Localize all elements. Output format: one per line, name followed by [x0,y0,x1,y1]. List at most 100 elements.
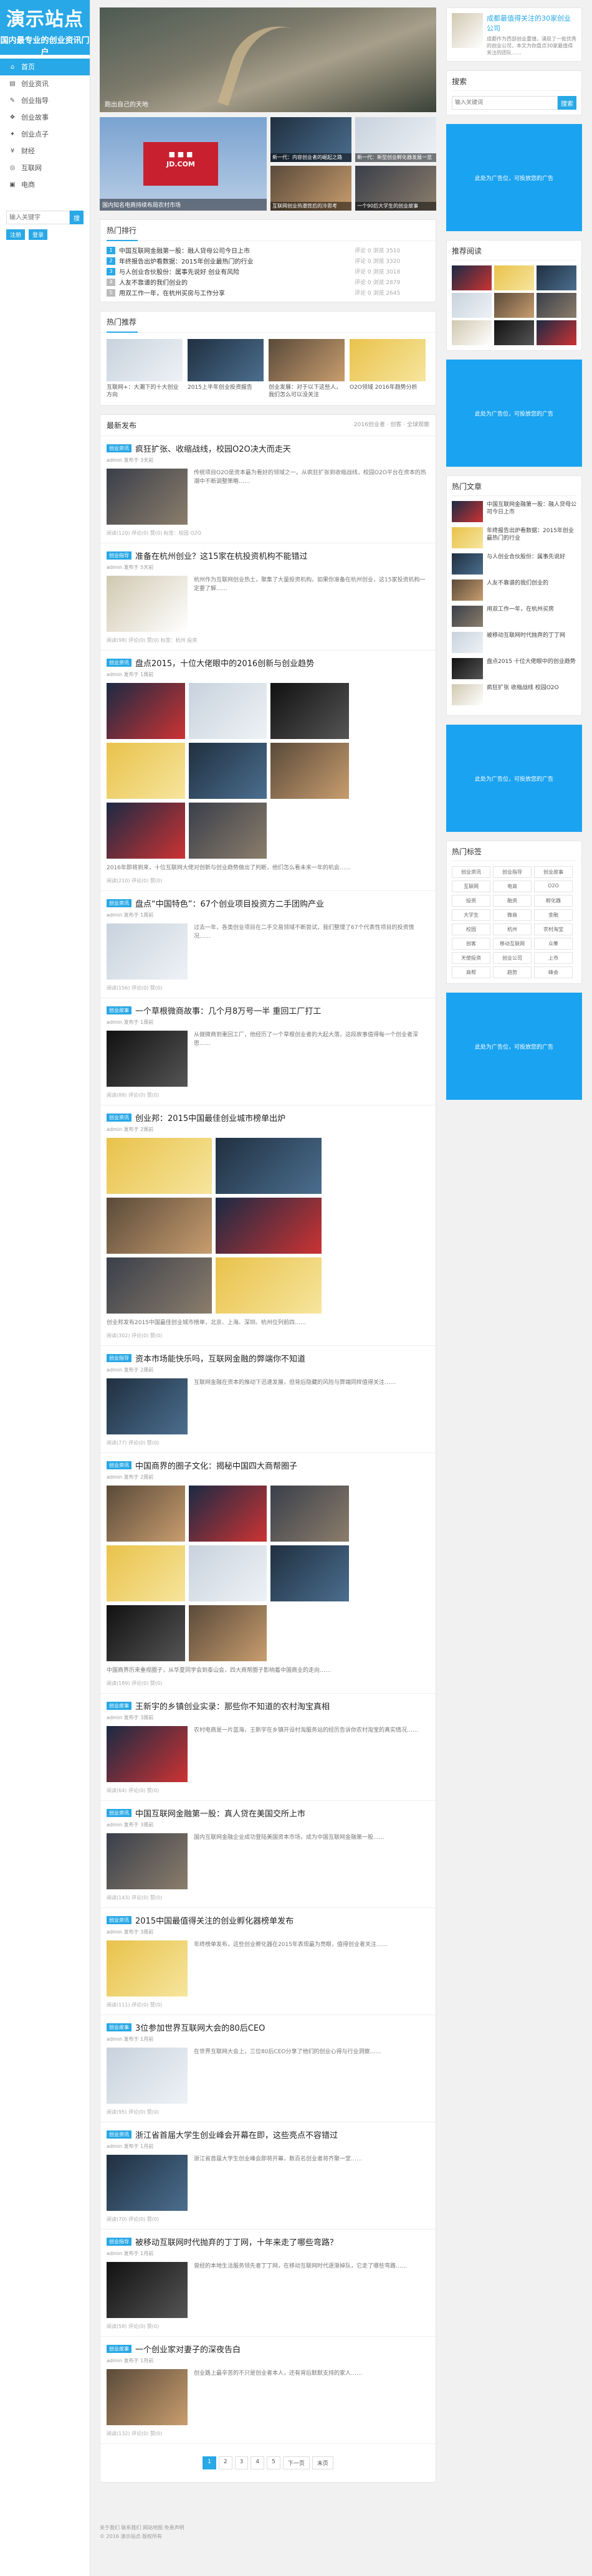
tag-link[interactable]: 天使投资 [452,952,490,964]
post-category-tag[interactable]: 创业故事 [107,2345,131,2353]
nav-item[interactable]: ▣ 电商 [0,176,90,193]
hot-row[interactable]: 3 与人创业合伙股份：属事先说好 创业有风险 评论 0 浏览 3018 [107,266,429,277]
post-image[interactable] [107,1138,212,1194]
photo-item[interactable] [537,293,576,318]
post-thumb[interactable] [107,1940,188,1996]
post-title[interactable]: 一个草根微商故事：几个月8万号一半 重回工厂打工 [135,1004,321,1016]
hot-row[interactable]: 2 年终报告出炉看数据：2015年创业最热门的行业 评论 0 浏览 3320 [107,255,429,266]
post-image[interactable] [107,683,185,739]
post-thumb[interactable] [107,2369,188,2425]
recommend-item[interactable]: 创业发展：对于以下这些人，我们怎么可以没关注 [269,339,345,399]
tag-link[interactable]: 大学生 [452,909,490,921]
hot-article-item[interactable]: 被移动互联网时代抛弃的丁丁网 [452,632,576,653]
post-category-tag[interactable]: 创业指导 [107,1354,131,1362]
featured-title[interactable]: 成都最值得关注的30家创业公司 [487,13,576,33]
site-logo[interactable]: 演示站点 国内最专业的创业资讯门户 [0,0,90,57]
post-thumb[interactable] [107,576,188,632]
post-category-tag[interactable]: 创业故事 [107,2023,131,2031]
tag-link[interactable]: 移动互联网 [493,938,532,950]
tag-link[interactable]: 投资 [452,895,490,907]
login-button[interactable]: 登录 [29,229,48,240]
post-image[interactable] [216,1198,322,1254]
page-link[interactable]: 4 [251,2456,265,2469]
recommend-item[interactable]: O2O领域 2016年趋势分析 [350,339,426,399]
post-title[interactable]: 盘点“中国特色”：67个创业项目投资方二手团购产业 [135,897,324,909]
tag-link[interactable]: 微商 [493,909,532,921]
latest-tabs[interactable]: 2016创业者 · 创客 · 全球观察 [354,420,429,431]
post-image[interactable] [270,683,349,739]
tag-link[interactable]: 众筹 [534,938,573,950]
post-thumb[interactable] [107,1726,188,1782]
post-thumb[interactable] [107,1378,188,1434]
post-thumb[interactable] [107,2262,188,2318]
hot-row[interactable]: 1 中国互联网金融第一股：融人贷母公司今日上市 评论 0 浏览 3510 [107,245,429,255]
ad-banner[interactable]: 此处为广告位，可投放您的广告 [446,725,582,832]
post-image[interactable] [188,1545,267,1601]
post-title[interactable]: 疯狂扩张、收缩战线，校园O2O决大而走天 [135,442,291,454]
hot-row[interactable]: 5 用双工作一年，在杭州买房与工作分享 评论 0 浏览 2645 [107,287,429,298]
post-category-tag[interactable]: 创业故事 [107,1006,131,1014]
hero-grid-item[interactable]: 新一代：内容创业者的崛起之路 [270,117,351,162]
page-link[interactable]: 3 [234,2456,249,2469]
post-category-tag[interactable]: 创业资讯 [107,1916,131,1924]
post-image[interactable] [188,803,267,859]
right-search-input[interactable] [452,96,558,110]
hero-big-thumb[interactable]: ■ ■ ■ JD.COM 国内知名电商持续布局农村市场 [100,117,267,211]
post-image[interactable] [216,1257,322,1314]
hot-article-item[interactable]: 疯狂扩张 收缩战线 校园O2O [452,684,576,705]
post-image[interactable] [270,1545,349,1601]
hot-article-item[interactable]: 中国互联网金融第一股：融人贷母公司今日上市 [452,501,576,522]
post-category-tag[interactable]: 创业资讯 [107,2130,131,2139]
page-link[interactable]: 1 [203,2456,216,2469]
page-link[interactable]: 下一页 [282,2456,310,2469]
post-category-tag[interactable]: 创业资讯 [107,899,131,907]
photo-item[interactable] [537,265,576,290]
nav-item[interactable]: ✦ 创业点子 [0,126,90,143]
post-image[interactable] [188,1605,267,1661]
tag-link[interactable]: 校园 [452,923,490,935]
post-category-tag[interactable]: 创业指导 [107,551,131,560]
post-title[interactable]: 浙江省首届大学生创业峰会开幕在即，这些亮点不容错过 [135,2129,338,2140]
featured-thumb[interactable] [452,13,483,48]
post-thumb[interactable] [107,2048,188,2104]
post-image[interactable] [270,1486,349,1542]
tag-link[interactable]: 创业指导 [493,866,532,878]
photo-item[interactable] [452,293,492,318]
post-image[interactable] [107,1605,185,1661]
ad-banner[interactable]: 此处为广告位，可投放您的广告 [446,124,582,231]
footer-links[interactable]: 关于我们 联系我们 网站地图 免责声明 [100,2524,436,2532]
post-thumb[interactable] [107,1031,188,1087]
post-thumb[interactable] [107,2155,188,2211]
photo-item[interactable] [494,293,534,318]
tag-link[interactable]: 创业公司 [493,952,532,964]
post-thumb[interactable] [107,469,188,525]
post-image[interactable] [188,1486,267,1542]
hot-row[interactable]: 4 人友不靠谱的我们创业的 评论 0 浏览 2879 [107,277,429,287]
register-button[interactable]: 注册 [6,229,26,240]
right-search-button[interactable]: 搜索 [558,96,576,110]
hero-slider[interactable]: 跑出自己的天地 [100,7,436,120]
ad-banner[interactable]: 此处为广告位，可投放您的广告 [446,360,582,467]
post-image[interactable] [107,803,185,859]
post-category-tag[interactable]: 创业资讯 [107,1114,131,1122]
tag-link[interactable]: O2O [534,880,573,892]
tag-link[interactable]: 金融 [534,909,573,921]
post-category-tag[interactable]: 创业资讯 [107,1809,131,1817]
nav-item[interactable]: ❖ 创业故事 [0,109,90,126]
post-image[interactable] [107,1486,185,1542]
photo-item[interactable] [452,265,492,290]
post-title[interactable]: 中国商界的圈子文化：揭秘中国四大商帮圈子 [135,1459,297,1471]
hero-grid-item[interactable]: 新一代：新型创业孵化器发展一览 [355,117,436,162]
post-image[interactable] [107,1257,212,1314]
hot-article-item[interactable]: 与人创业合伙股份：属事先说好 [452,553,576,575]
post-title[interactable]: 盘点2015，十位大佬眼中的2016创新与创业趋势 [135,657,314,669]
ad-banner[interactable]: 此处为广告位，可投放您的广告 [446,993,582,1100]
tag-link[interactable]: 孵化器 [534,895,573,907]
nav-item[interactable]: ▤ 创业资讯 [0,75,90,92]
tag-link[interactable]: 创业故事 [534,866,573,878]
recommend-item[interactable]: 2015上半年创业投资报告 [188,339,264,399]
tag-link[interactable]: 电商 [493,880,532,892]
nav-item[interactable]: ¥ 财经 [0,143,90,160]
post-category-tag[interactable]: 创业资讯 [107,659,131,667]
page-link[interactable]: 5 [267,2456,280,2469]
